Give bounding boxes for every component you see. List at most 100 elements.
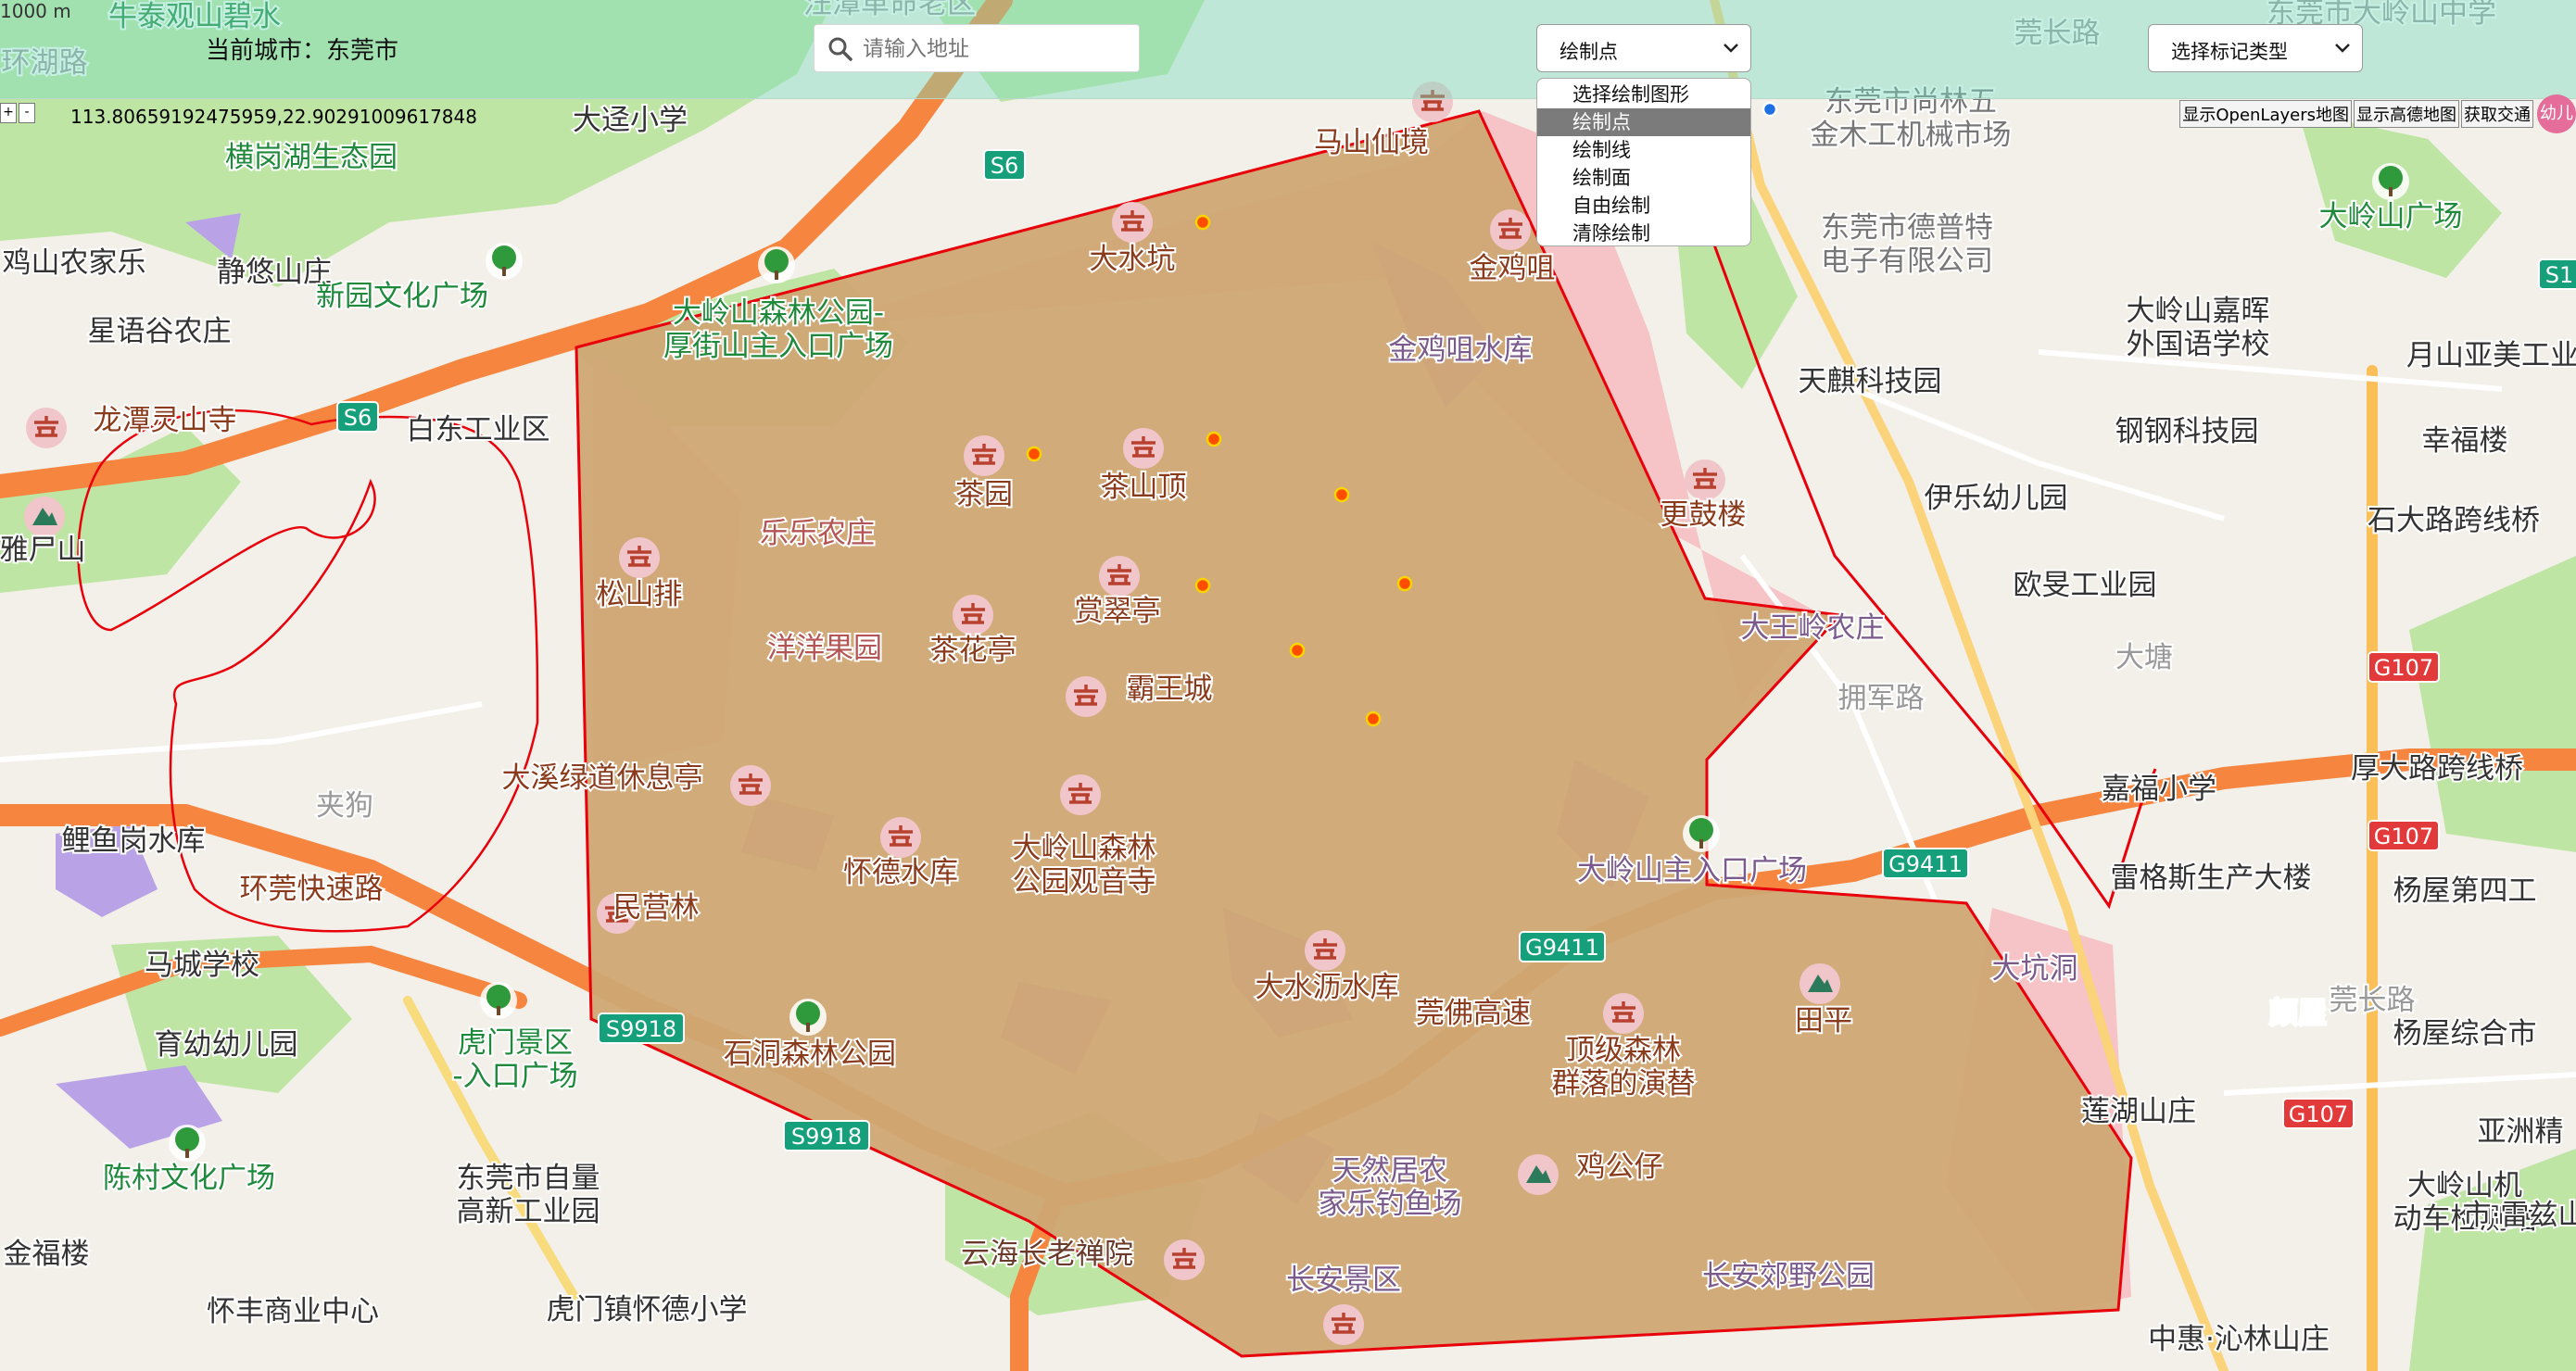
map-label: 鸡公仔 [1577,1151,1663,1184]
tree-icon [480,982,517,1019]
map-label: 欧旻工业园 [2014,569,2157,602]
draw-type-select[interactable]: 绘制点 [1536,24,1751,72]
map-label: 钢钢科技园 [2115,415,2259,448]
show-amap-button[interactable]: 显示高德地图 [2354,100,2459,128]
mark-type-value: 选择标记类型 [2171,41,2288,63]
map-label: 星语谷农庄 [88,315,232,348]
map-label: 中惠·沁林山庄 [2148,1323,2330,1356]
map-label: 茶山顶 [1101,471,1187,504]
search-input[interactable] [861,32,1133,66]
road-shield: S6 [336,401,379,433]
road-shield: S9918 [783,1120,870,1151]
draw-type-dropdown[interactable]: 选择绘制图形 绘制点 绘制线 绘制面 自由绘制 清除绘制 [1536,78,1751,246]
svg-text:G107: G107 [2289,1101,2348,1127]
pavilion-icon [1164,1239,1205,1280]
map-label: 育幼幼儿园 [155,1028,298,1062]
pavilion-icon [1490,209,1531,250]
map-label: 大岭山广场 [2319,200,2463,233]
pavilion-icon [730,765,771,806]
map-label: 金鸡咀 [1470,252,1556,285]
map-label: 马城学校 [145,949,259,982]
pavilion-icon [880,817,921,858]
svg-text:S6: S6 [991,153,1019,179]
drawn-point [1206,431,1222,447]
tree-icon [2372,163,2409,200]
map-label: 石洞森林公园 [724,1038,896,1071]
pavilion-icon [1305,930,1345,971]
map-label: 鲤鱼岗水库 [62,824,206,858]
dropdown-option[interactable]: 绘制面 [1537,164,1750,192]
dropdown-option-selected[interactable]: 绘制点 [1537,108,1750,136]
map-label: 东莞市德普特电子有限公司 [1821,211,1993,278]
show-openlayers-button[interactable]: 显示OpenLayers地图 [2179,100,2352,128]
search-icon [828,37,852,61]
map-label: 大迳小学 [573,104,688,137]
pavilion-icon [619,537,660,578]
mountain-icon [1518,1154,1559,1195]
map-label: 颜屋 [2269,997,2327,1030]
map-label: 民营林 [613,891,700,924]
svg-text:S9918: S9918 [791,1124,862,1150]
svg-text:S9918: S9918 [606,1016,676,1042]
map-label: 顶级森林群落的演替 [1552,1034,1696,1101]
map-label: 龙潭灵山寺 [94,404,237,437]
drawn-point [1289,642,1306,659]
mark-type-select[interactable]: 选择标记类型 [2148,24,2363,72]
map-label: 大坑洞 [1992,952,2078,986]
map-label: 天然居农家乐钓鱼场 [1319,1154,1462,1221]
dropdown-option[interactable]: 选择绘制图形 [1537,81,1750,108]
road-shield: G107 [2368,820,2440,851]
dropdown-option[interactable]: 清除绘制 [1537,220,1750,245]
map-label: 长安景区 [1286,1264,1401,1297]
map-label: 霸王城 [1127,673,1213,706]
map-label: 夹狗 [316,789,373,823]
map-label: 拥军路 [1838,682,1925,715]
map-label: 大水沥水库 [1256,971,1399,1004]
avatar[interactable]: 幼儿 [2537,94,2576,133]
map-button-row: 显示OpenLayers地图 显示高德地图 获取交通 幼儿 [2178,94,2576,133]
map-label: 茶园 [955,478,1013,511]
map-label: 田平 [1795,1004,1852,1038]
pavilion-icon [964,435,1004,476]
chevron-down-icon [2335,44,2350,53]
road-shield: G107 [2282,1098,2355,1129]
scale-label: 1000 m [0,0,71,22]
map-label: 大王岭农庄 [1741,611,1885,645]
get-traffic-button[interactable]: 获取交通 [2461,100,2533,128]
map-label: 陈村文化广场 [103,1162,275,1195]
svg-text:G107: G107 [2374,824,2433,849]
map-canvas[interactable]: S6 S6 G9411 G9411 S9918 S9918 G107 G107 G107 S1 大… [0,0,2576,1371]
map-label: 市·雷兹山庄 [2463,1199,2576,1232]
map-label: 嘉福小学 [2102,773,2216,806]
search-box[interactable] [814,24,1140,72]
road-shield: G9411 [1519,931,1606,962]
zoom-in-button[interactable]: + [0,103,17,123]
mountain-icon [1799,963,1840,1004]
map-label: 杨屋第四工 [2393,874,2537,908]
tree-icon [1683,815,1720,852]
map-label: 白东工业区 [407,413,550,447]
drawn-point [1762,101,1778,118]
mouse-coordinates: 113.80659192475959,22.90291009617848 [70,106,477,128]
dropdown-option[interactable]: 绘制线 [1537,136,1750,164]
map-label: 静悠山庄 [217,256,332,289]
map-label: 虎门镇怀德小学 [547,1293,748,1327]
map-label: 莞佛高速 [1416,997,1531,1030]
map-label: 赏翠亭 [1075,595,1161,628]
map-label: 月山亚美工业 [2406,339,2576,372]
dropdown-option[interactable]: 自由绘制 [1537,192,1750,220]
pavilion-icon [1060,774,1101,815]
map-label: 怀德水库 [843,856,958,889]
road-shield: G107 [2368,651,2440,683]
map-label: 东莞市自量高新工业园 [457,1162,600,1228]
map-label: 厚大路跨线桥 [2351,752,2523,786]
map-label: 金福楼 [4,1238,90,1271]
svg-text:S6: S6 [344,405,373,431]
map-label: 雷格斯生产大楼 [2111,862,2312,895]
map-label: 大水坑 [1090,243,1176,276]
map-label: 金鸡咀水库 [1389,333,1533,367]
drawn-point [1194,577,1211,594]
pavilion-icon [1323,1304,1364,1345]
zoom-out-button[interactable]: - [19,103,35,123]
tree-icon [169,1125,206,1162]
